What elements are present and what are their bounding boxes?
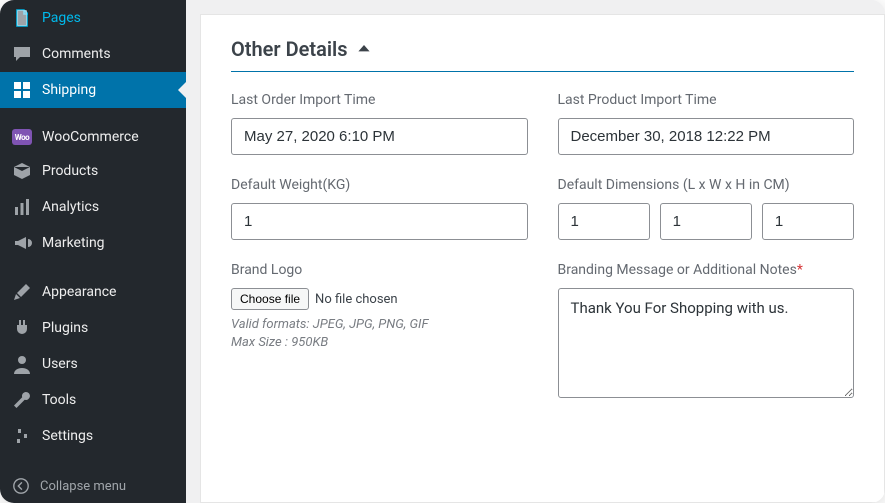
sidebar-item-label: Products — [42, 163, 98, 179]
dimension-height-input[interactable] — [762, 203, 854, 240]
last-product-import-label: Last Product Import Time — [558, 92, 855, 108]
plug-icon — [12, 318, 32, 338]
pages-icon — [12, 8, 32, 28]
collapse-menu[interactable]: Collapse menu — [0, 469, 186, 503]
sliders-icon — [12, 426, 32, 446]
sidebar-item-plugins[interactable]: Plugins — [0, 310, 186, 346]
wrench-icon — [12, 390, 32, 410]
fields-grid: Last Order Import Time Last Product Impo… — [231, 92, 854, 402]
sidebar-item-marketing[interactable]: Marketing — [0, 225, 186, 261]
user-icon — [12, 354, 32, 374]
settings-card: Other Details Last Order Import Time Las… — [200, 14, 885, 503]
field-brand-logo: Brand Logo Choose file No file chosen Va… — [231, 262, 528, 402]
brush-icon — [12, 282, 32, 302]
dimension-width-input[interactable] — [660, 203, 752, 240]
file-status-text: No file chosen — [315, 292, 398, 307]
field-branding-message: Branding Message or Additional Notes* — [558, 262, 855, 402]
main-area: Other Details Last Order Import Time Las… — [186, 0, 885, 503]
required-asterisk: * — [797, 262, 803, 278]
collapse-icon — [12, 477, 30, 495]
woocommerce-icon: Woo — [12, 129, 32, 145]
section-header-other-details[interactable]: Other Details — [231, 37, 854, 72]
last-order-import-label: Last Order Import Time — [231, 92, 528, 108]
chevron-up-icon — [356, 41, 372, 57]
sidebar-item-label: Tools — [42, 392, 76, 408]
sidebar-separator — [0, 265, 186, 270]
choose-file-button[interactable]: Choose file — [231, 288, 309, 310]
dimensions-row — [558, 203, 855, 240]
sidebar-item-appearance[interactable]: Appearance — [0, 274, 186, 310]
sidebar-item-label: Shipping — [42, 82, 96, 98]
branding-message-textarea[interactable] — [558, 288, 855, 398]
sidebar-item-label: Analytics — [42, 199, 99, 215]
sidebar: Pages Comments Shipping Woo WooCommerce Produ… — [0, 0, 186, 503]
field-last-product-import: Last Product Import Time — [558, 92, 855, 155]
bars-icon — [12, 197, 32, 217]
last-order-import-input[interactable] — [231, 118, 528, 155]
brand-logo-hint-formats: Valid formats: JPEG, JPG, PNG, GIF — [231, 316, 528, 334]
sidebar-separator — [0, 112, 186, 117]
branding-message-label-text: Branding Message or Additional Notes — [558, 262, 797, 278]
app-shell: Pages Comments Shipping Woo WooCommerce Produ… — [0, 0, 885, 503]
sidebar-item-label: Pages — [42, 10, 81, 26]
field-default-weight: Default Weight(KG) — [231, 177, 528, 240]
sidebar-item-analytics[interactable]: Analytics — [0, 189, 186, 225]
sidebar-item-label: Appearance — [42, 284, 116, 300]
file-chooser-row: Choose file No file chosen — [231, 288, 528, 310]
sidebar-item-label: WooCommerce — [42, 129, 139, 145]
collapse-label: Collapse menu — [40, 479, 126, 494]
branding-message-label: Branding Message or Additional Notes* — [558, 262, 855, 278]
sidebar-item-comments[interactable]: Comments — [0, 36, 186, 72]
sidebar-item-label: Marketing — [42, 235, 105, 251]
field-default-dimensions: Default Dimensions (L x W x H in CM) — [558, 177, 855, 240]
sidebar-item-label: Comments — [42, 46, 111, 62]
comment-icon — [12, 44, 32, 64]
default-dimensions-label: Default Dimensions (L x W x H in CM) — [558, 177, 855, 193]
sidebar-item-woocommerce[interactable]: Woo WooCommerce — [0, 121, 186, 153]
sidebar-item-label: Settings — [42, 428, 93, 444]
sidebar-item-products[interactable]: Products — [0, 153, 186, 189]
dimension-length-input[interactable] — [558, 203, 650, 240]
sidebar-item-settings[interactable]: Settings — [0, 418, 186, 454]
brand-logo-hint-size: Max Size : 950KB — [231, 334, 528, 352]
grid-icon — [12, 80, 32, 100]
default-weight-label: Default Weight(KG) — [231, 177, 528, 193]
brand-logo-label: Brand Logo — [231, 262, 528, 278]
sidebar-item-shipping[interactable]: Shipping — [0, 72, 186, 108]
section-title: Other Details — [231, 37, 348, 61]
sidebar-item-tools[interactable]: Tools — [0, 382, 186, 418]
default-weight-input[interactable] — [231, 203, 528, 240]
box-icon — [12, 161, 32, 181]
sidebar-item-users[interactable]: Users — [0, 346, 186, 382]
last-product-import-input[interactable] — [558, 118, 855, 155]
sidebar-item-label: Plugins — [42, 320, 88, 336]
sidebar-item-label: Users — [42, 356, 78, 372]
sidebar-item-pages[interactable]: Pages — [0, 0, 186, 36]
megaphone-icon — [12, 233, 32, 253]
field-last-order-import: Last Order Import Time — [231, 92, 528, 155]
